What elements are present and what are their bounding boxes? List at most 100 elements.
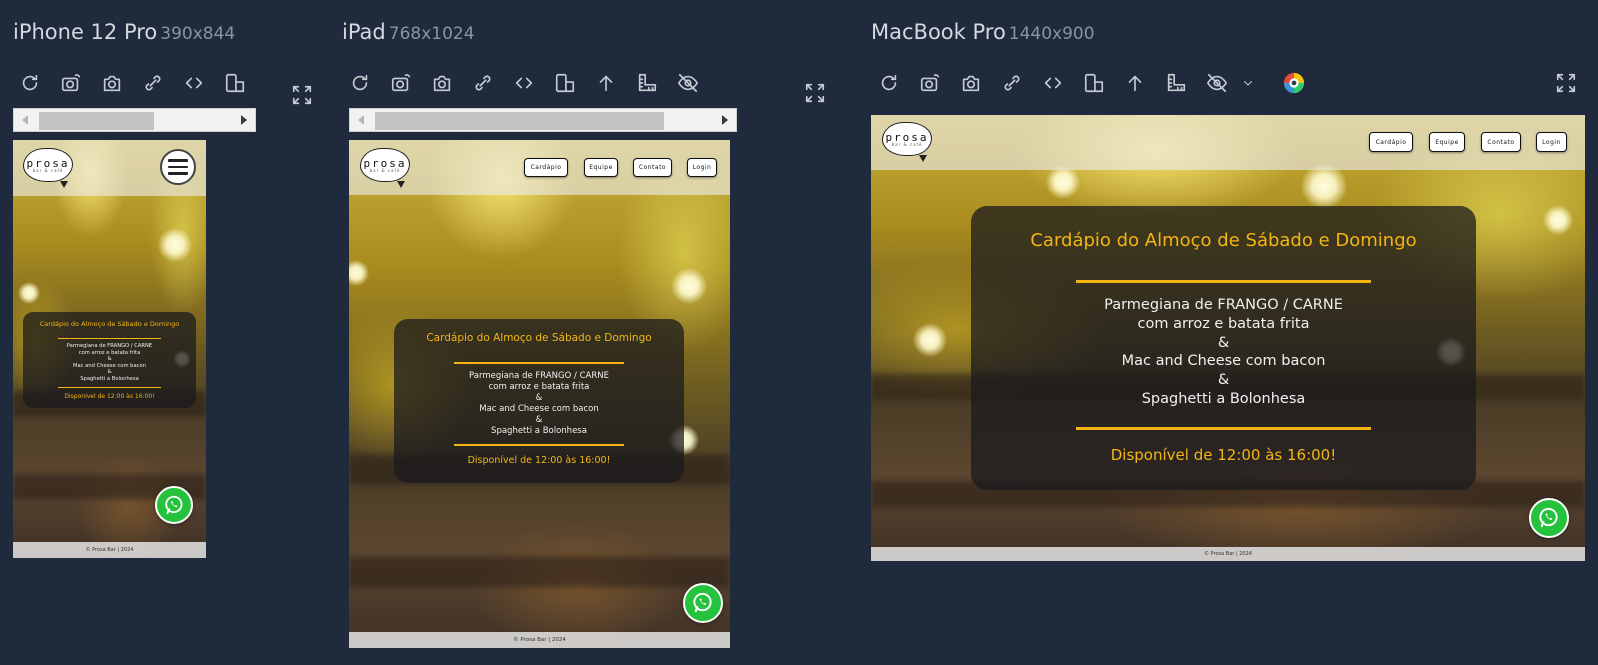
dish-separator: & bbox=[107, 369, 112, 376]
divider-line bbox=[454, 444, 624, 446]
ruler-icon[interactable] bbox=[1155, 68, 1196, 98]
nav-login[interactable]: Login bbox=[687, 158, 717, 177]
logo-subtext: bar & café bbox=[32, 167, 64, 173]
dish-separator: & bbox=[1217, 334, 1230, 351]
whatsapp-button[interactable] bbox=[155, 486, 193, 524]
toolbar-iphone bbox=[9, 68, 255, 98]
rotate-device-icon[interactable] bbox=[1073, 68, 1114, 98]
light-bulb bbox=[349, 260, 369, 286]
availability-text: Disponível de 12:00 às 16:00! bbox=[467, 455, 611, 466]
fullscreen-icon[interactable] bbox=[804, 82, 830, 108]
dish-line: Parmegiana de FRANGO / CARNE bbox=[66, 343, 153, 349]
logo-subtext: bar & café bbox=[891, 141, 923, 147]
device-resolution: 390x844 bbox=[160, 24, 236, 44]
site-footer: © Prosa Bar | 2024 bbox=[13, 542, 206, 558]
dish-line: Spaghetti a Bolonhesa bbox=[80, 375, 139, 382]
menu-title: Cardápio do Almoço de Sábado e Domingo bbox=[1030, 230, 1417, 251]
fullscreen-icon[interactable] bbox=[1555, 72, 1581, 98]
background-shelf bbox=[349, 556, 730, 588]
whatsapp-icon bbox=[1539, 508, 1559, 528]
ipad-viewport: prosa bar & café Cardápio Equipe Contato… bbox=[349, 140, 730, 648]
nav-equipe[interactable]: Equipe bbox=[1429, 132, 1465, 152]
menu-body: Parmegiana de FRANGO / CARNE com arroz e… bbox=[23, 343, 196, 383]
menu-title: Cardápio do Almoço de Sábado e Domingo bbox=[426, 332, 652, 344]
nav-contato[interactable]: Contato bbox=[633, 158, 672, 177]
site-nav: Cardápio Equipe Contato Login bbox=[524, 158, 717, 177]
arrow-up-icon[interactable] bbox=[585, 68, 626, 98]
nav-cardapio[interactable]: Cardápio bbox=[524, 158, 568, 177]
code-icon[interactable] bbox=[503, 68, 544, 98]
divider-line bbox=[58, 338, 161, 339]
dish-separator: & bbox=[1217, 372, 1230, 389]
whatsapp-button[interactable] bbox=[1529, 498, 1569, 538]
reload-icon[interactable] bbox=[339, 68, 380, 98]
color-wheel-icon[interactable] bbox=[1273, 68, 1314, 98]
camera-refresh-icon[interactable] bbox=[909, 68, 950, 98]
menu-title: Cardápio do Almoço de Sábado e Domingo bbox=[39, 320, 180, 328]
scroll-right-arrow-icon[interactable] bbox=[722, 115, 728, 125]
arrow-up-icon[interactable] bbox=[1114, 68, 1155, 98]
site-logo[interactable]: prosa bar & café bbox=[882, 122, 932, 162]
logo-tail bbox=[397, 181, 405, 188]
link-icon[interactable] bbox=[132, 68, 173, 98]
link-icon[interactable] bbox=[462, 68, 503, 98]
logo-subtext: bar & café bbox=[369, 167, 401, 173]
scroll-right-arrow-icon[interactable] bbox=[241, 115, 247, 125]
reload-icon[interactable] bbox=[9, 68, 50, 98]
toolbar-ipad bbox=[339, 68, 708, 98]
link-icon[interactable] bbox=[991, 68, 1032, 98]
light-bulb bbox=[913, 323, 947, 357]
ruler-icon[interactable] bbox=[626, 68, 667, 98]
device-resolution: 768x1024 bbox=[388, 24, 475, 44]
light-bulb bbox=[1046, 165, 1080, 199]
dish-line: Parmegiana de FRANGO / CARNE bbox=[1104, 297, 1343, 313]
divider-line bbox=[1076, 280, 1371, 283]
site-logo[interactable]: prosa bar & café bbox=[23, 148, 73, 188]
menu-card: Cardápio do Almoço de Sábado e Domingo P… bbox=[971, 206, 1476, 490]
whatsapp-button[interactable] bbox=[683, 583, 723, 623]
scrollbar-thumb[interactable] bbox=[375, 112, 664, 130]
scrollbar-thumb[interactable] bbox=[39, 112, 154, 130]
eye-off-icon[interactable] bbox=[1196, 68, 1237, 98]
horizontal-scrollbar-iphone[interactable] bbox=[13, 108, 256, 132]
code-icon[interactable] bbox=[173, 68, 214, 98]
camera-icon[interactable] bbox=[950, 68, 991, 98]
menu-body: Parmegiana de FRANGO / CARNE com arroz e… bbox=[394, 371, 684, 437]
nav-contato[interactable]: Contato bbox=[1481, 132, 1521, 152]
rotate-device-icon[interactable] bbox=[544, 68, 585, 98]
camera-refresh-icon[interactable] bbox=[380, 68, 421, 98]
device-header-ipad: iPad 768x1024 bbox=[342, 20, 475, 44]
nav-login[interactable]: Login bbox=[1536, 132, 1567, 152]
scroll-left-arrow-icon[interactable] bbox=[22, 115, 28, 125]
eye-off-icon[interactable] bbox=[667, 68, 708, 98]
fullscreen-icon[interactable] bbox=[291, 84, 317, 110]
camera-icon[interactable] bbox=[421, 68, 462, 98]
whatsapp-icon bbox=[693, 593, 713, 613]
logo-text: prosa bbox=[363, 156, 407, 170]
logo-tail bbox=[60, 181, 68, 188]
light-bulb bbox=[158, 228, 192, 262]
code-icon[interactable] bbox=[1032, 68, 1073, 98]
logo-text: prosa bbox=[26, 156, 70, 170]
site-header: prosa bar & café Cardápio Equipe Contato… bbox=[871, 115, 1585, 170]
hamburger-menu-button[interactable] bbox=[160, 149, 196, 185]
dish-line: Mac and Cheese com bacon bbox=[1121, 353, 1326, 370]
camera-icon[interactable] bbox=[91, 68, 132, 98]
dish-separator: & bbox=[107, 356, 112, 363]
rotate-device-icon[interactable] bbox=[214, 68, 255, 98]
dish-line: com arroz e batata frita bbox=[78, 349, 141, 356]
availability-text: Disponível de 12:00 às 16:00! bbox=[64, 393, 155, 400]
divider-line bbox=[454, 362, 624, 364]
dish-line: Parmegiana de FRANGO / CARNE bbox=[469, 371, 609, 381]
scroll-left-arrow-icon[interactable] bbox=[358, 115, 364, 125]
site-logo[interactable]: prosa bar & café bbox=[360, 148, 410, 188]
reload-icon[interactable] bbox=[868, 68, 909, 98]
device-name: iPhone 12 Pro bbox=[13, 20, 158, 44]
nav-equipe[interactable]: Equipe bbox=[584, 158, 618, 177]
horizontal-scrollbar-ipad[interactable] bbox=[349, 108, 737, 132]
dish-line: Spaghetti a Bolonhesa bbox=[1141, 390, 1306, 407]
nav-cardapio[interactable]: Cardápio bbox=[1369, 132, 1413, 152]
chevron-down-icon[interactable] bbox=[1237, 68, 1259, 98]
dish-line: Mac and Cheese com bacon bbox=[73, 362, 146, 369]
camera-refresh-icon[interactable] bbox=[50, 68, 91, 98]
